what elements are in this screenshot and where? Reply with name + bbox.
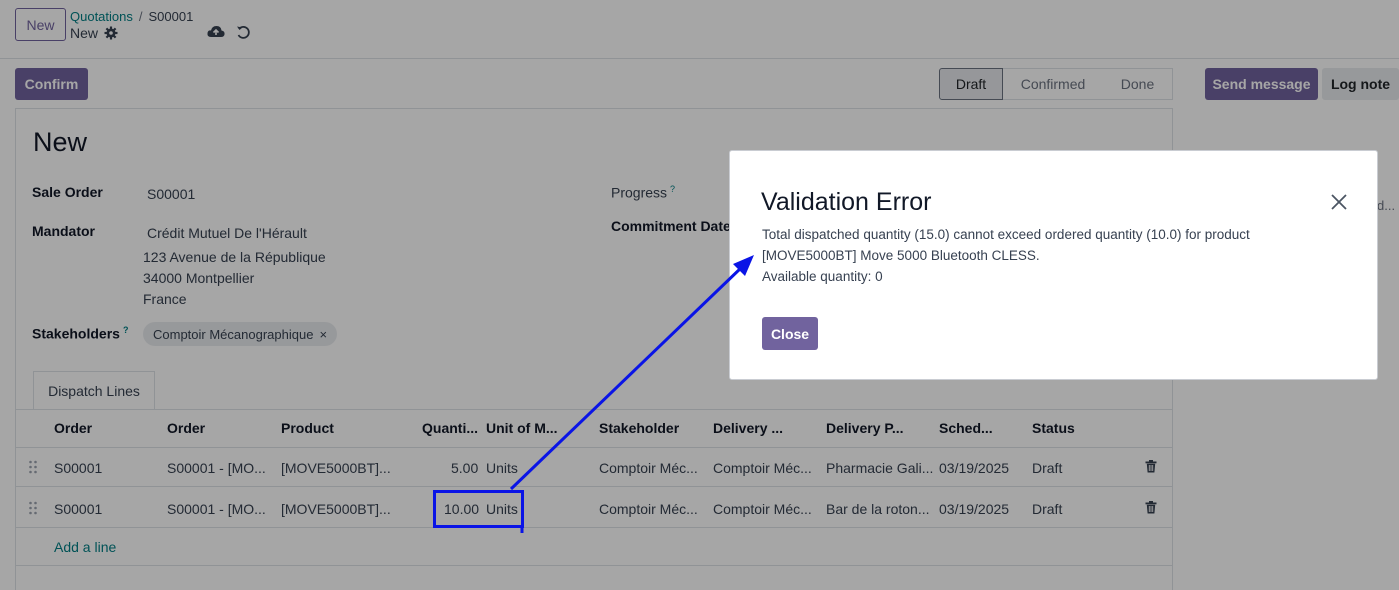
dialog-message: Total dispatched quantity (15.0) cannot … [762, 224, 1322, 287]
annotation-highlight-box [433, 490, 524, 528]
dialog-title: Validation Error [761, 188, 932, 216]
close-button[interactable]: Close [762, 317, 818, 350]
dialog-message-line: [MOVE5000BT] Move 5000 Bluetooth CLESS. [762, 248, 1040, 263]
close-icon[interactable] [1329, 192, 1349, 212]
validation-error-dialog: Validation Error Total dispatched quanti… [729, 150, 1378, 380]
dialog-message-line: Total dispatched quantity (15.0) cannot … [762, 227, 1250, 242]
dialog-message-line: Available quantity: 0 [762, 269, 883, 284]
